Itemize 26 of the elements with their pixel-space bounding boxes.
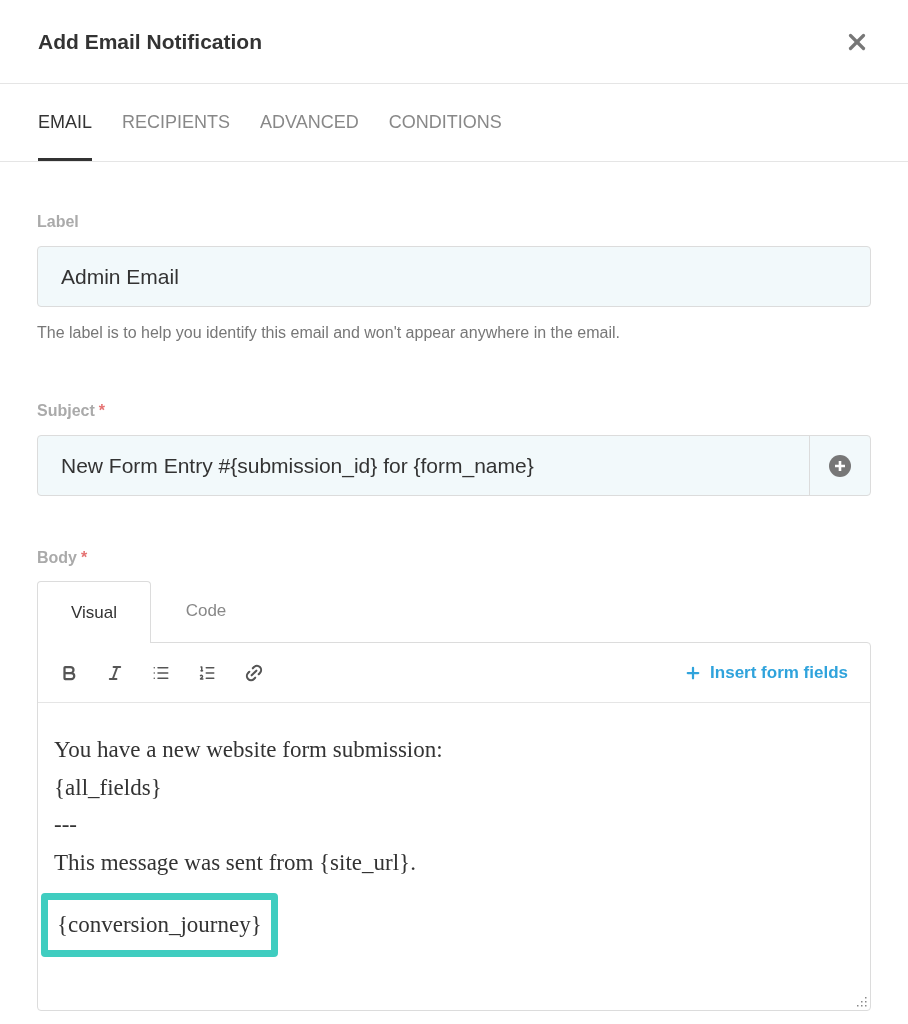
editor-tab[interactable]: Visual [37,581,151,643]
body-text-line: You have a new website form submission: [54,736,443,764]
window-title: Add Email Notification [38,28,262,55]
field-label: Label [37,212,79,232]
help-text: The label is to help you identify this email and won't appear anywhere in the email. [37,323,620,343]
plus-circle-icon [829,454,851,477]
tab[interactable]: RECIPIENTS [122,84,231,161]
numbered-list-icon[interactable] [198,663,216,682]
body-text-line: {all_fields} [54,773,162,802]
insert-form-fields-button[interactable]: Insert form fields [684,659,848,686]
required-mark: * [98,401,106,421]
subject-input-field[interactable]: New Form Entry #{submission_id} for {form_name} [37,435,871,496]
bold-icon[interactable] [60,663,78,682]
highlighted-text: {conversion_journey} [41,893,278,957]
resize-handle-icon[interactable] [855,995,867,1007]
label-input-field[interactable]: Admin Email [37,246,871,307]
body-text-line: This message was sent from {site_url}. [54,848,416,877]
body-text-line: --- [54,811,77,839]
tab[interactable]: EMAIL [38,84,93,161]
field-label: Body [37,548,77,568]
required-mark: * [81,548,88,568]
editor-tab[interactable]: Code [151,580,261,642]
tab[interactable]: CONDITIONS [388,84,502,161]
tab[interactable]: ADVANCED [260,84,359,161]
italic-icon[interactable] [106,663,124,682]
field-label: Subject [37,401,95,421]
